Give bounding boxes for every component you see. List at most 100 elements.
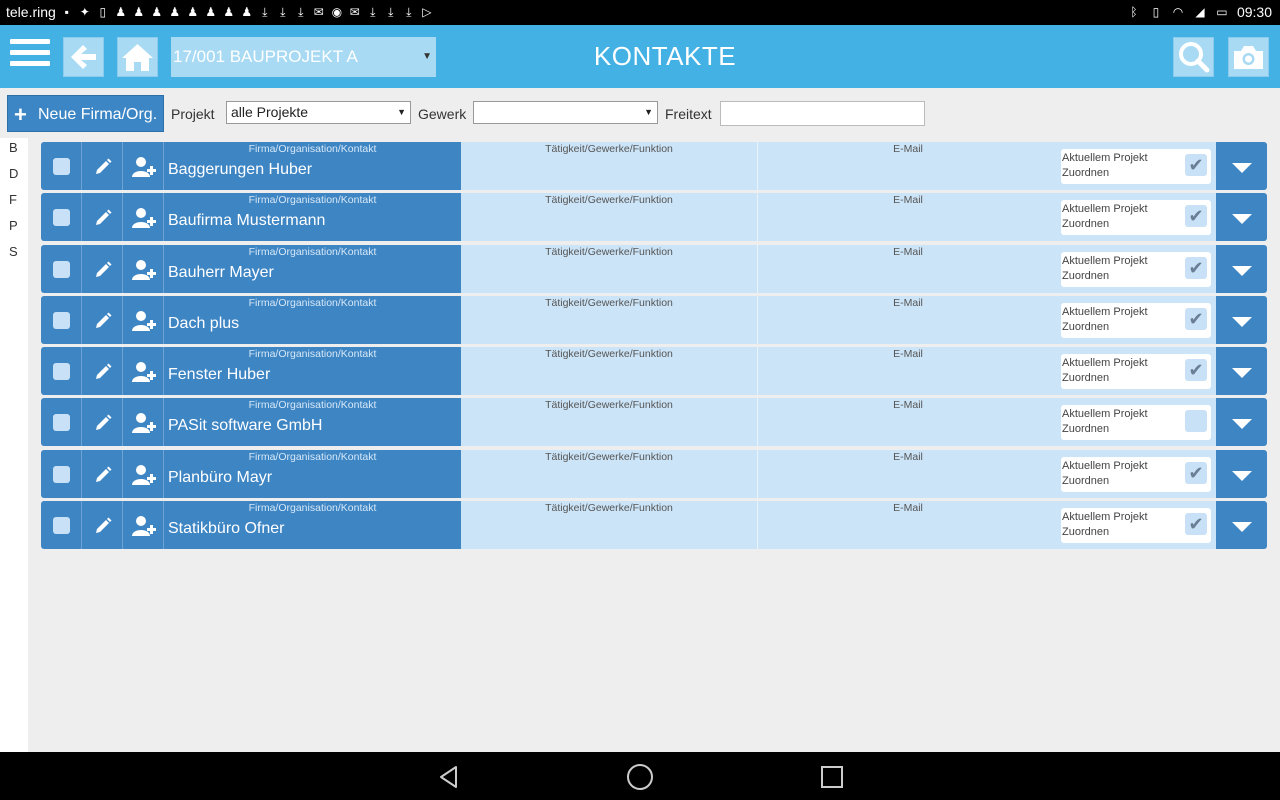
camera-button[interactable] — [1228, 37, 1269, 77]
pencil-icon[interactable] — [93, 413, 113, 433]
name-column-label: Firma/Organisation/Kontakt — [248, 194, 377, 207]
download-icon: ⤓ — [280, 5, 286, 19]
pencil-icon[interactable] — [93, 208, 113, 228]
chevron-down-icon[interactable] — [1231, 316, 1253, 328]
email-column-label: E-Mail — [893, 245, 923, 258]
search-button[interactable] — [1173, 37, 1214, 77]
add-user-icon[interactable] — [132, 207, 157, 229]
checkmark-icon[interactable]: ✔ — [1185, 256, 1207, 279]
chess-icon: ♟ — [169, 5, 181, 19]
assign-project-toggle[interactable]: Aktuellem Projekt Zuordnen ✔ — [1061, 354, 1211, 390]
taetigkeit-column-label: Tätigkeit/Gewerke/Funktion — [545, 348, 673, 361]
alphabet-letter[interactable]: B — [0, 138, 28, 164]
add-user-icon[interactable] — [132, 361, 157, 383]
edit-cell — [82, 449, 123, 498]
chevron-down-icon[interactable] — [1231, 162, 1253, 174]
download-icon: ⤓ — [262, 5, 268, 19]
add-user-icon[interactable] — [132, 156, 157, 178]
assign-project-label: Aktuellem Projekt Zuordnen — [1062, 152, 1148, 179]
assign-project-toggle[interactable]: Aktuellem Projekt Zuordnen — [1061, 405, 1211, 441]
pencil-icon[interactable] — [93, 311, 113, 331]
plus-icon: + — [14, 102, 27, 127]
checkmark-icon[interactable]: ✔ — [1185, 205, 1207, 228]
select-checkbox[interactable] — [53, 158, 70, 175]
chevron-down-icon[interactable] — [1231, 470, 1253, 482]
select-checkbox[interactable] — [53, 209, 70, 227]
checkmark-icon[interactable]: ✔ — [1185, 307, 1207, 330]
select-checkbox[interactable] — [53, 363, 70, 381]
contact-row[interactable]: Firma/Organisation/Kontakt Baggerungen H… — [41, 142, 1267, 190]
chevron-down-icon[interactable] — [1231, 213, 1253, 225]
mail-icon: ✉ — [349, 5, 360, 19]
video-icon: ▪ — [64, 5, 69, 19]
gewerk-filter-select[interactable]: ▼ — [473, 101, 658, 124]
add-user-icon[interactable] — [132, 310, 157, 332]
contact-row[interactable]: Firma/Organisation/Kontakt Statikbüro Of… — [41, 501, 1267, 550]
select-cell — [41, 449, 82, 498]
nav-home-icon[interactable] — [626, 763, 654, 791]
select-checkbox[interactable] — [53, 517, 70, 535]
contact-row[interactable]: Firma/Organisation/Kontakt PASit softwar… — [41, 398, 1267, 447]
chess-icon: ♟ — [241, 5, 253, 19]
assign-project-toggle[interactable]: Aktuellem Projekt Zuordnen ✔ — [1061, 456, 1211, 492]
alphabet-letter[interactable]: S — [0, 242, 28, 268]
name-column-label: Firma/Organisation/Kontakt — [248, 245, 377, 258]
pencil-icon[interactable] — [93, 157, 113, 177]
add-user-icon[interactable] — [132, 412, 157, 434]
assign-project-toggle[interactable]: Aktuellem Projekt Zuordnen ✔ — [1061, 508, 1211, 544]
add-contact-cell — [123, 244, 164, 293]
clock: 09:30 — [1236, 4, 1272, 20]
add-contact-cell — [123, 347, 164, 396]
assign-checkbox[interactable] — [1185, 410, 1207, 433]
pencil-icon[interactable] — [93, 260, 113, 280]
contact-row[interactable]: Firma/Organisation/Kontakt Dach plus Tät… — [41, 295, 1267, 344]
contact-row[interactable]: Firma/Organisation/Kontakt Bauherr Mayer… — [41, 244, 1267, 293]
contact-name: Dach plus — [168, 314, 240, 332]
checkmark-icon[interactable]: ✔ — [1185, 513, 1207, 536]
edit-cell — [82, 193, 123, 242]
select-checkbox[interactable] — [53, 465, 70, 483]
nav-back-icon[interactable] — [436, 764, 462, 790]
select-cell — [41, 142, 82, 190]
nav-recents-icon[interactable] — [820, 765, 844, 789]
pencil-icon[interactable] — [93, 362, 113, 382]
chevron-down-icon[interactable] — [1231, 418, 1253, 430]
new-organisation-label: Neue Firma/Org. — [38, 106, 158, 123]
select-checkbox[interactable] — [53, 311, 70, 329]
chess-icon: ♟ — [151, 5, 163, 19]
alphabet-index: B D F P S — [0, 138, 28, 752]
freitext-input[interactable] — [720, 101, 925, 126]
new-organisation-button[interactable]: + Neue Firma/Org. — [7, 95, 164, 132]
assign-project-toggle[interactable]: Aktuellem Projekt Zuordnen ✔ — [1061, 302, 1211, 338]
chevron-down-icon[interactable] — [1231, 367, 1253, 379]
assign-project-toggle[interactable]: Aktuellem Projekt Zuordnen ✔ — [1061, 251, 1211, 287]
vibrate-icon: ▯ — [1152, 5, 1160, 19]
chevron-down-icon[interactable] — [1231, 521, 1253, 533]
project-filter-select[interactable]: alle Projekte ▼ — [226, 101, 411, 124]
email-column-label: E-Mail — [893, 296, 923, 309]
chevron-down-icon[interactable] — [1231, 265, 1253, 277]
contact-row[interactable]: Firma/Organisation/Kontakt Fenster Huber… — [41, 347, 1267, 396]
assign-project-toggle[interactable]: Aktuellem Projekt Zuordnen ✔ — [1061, 149, 1211, 184]
contact-row[interactable]: Firma/Organisation/Kontakt Baufirma Must… — [41, 193, 1267, 242]
pencil-icon[interactable] — [93, 516, 113, 536]
taetigkeit-column-label: Tätigkeit/Gewerke/Funktion — [545, 143, 673, 155]
pencil-icon[interactable] — [93, 465, 113, 485]
contact-name: Planbüro Mayr — [168, 468, 273, 486]
checkmark-icon[interactable]: ✔ — [1185, 154, 1207, 176]
add-user-icon[interactable] — [132, 259, 157, 281]
alphabet-letter[interactable]: F — [0, 190, 28, 216]
expand-cell — [1216, 295, 1267, 344]
alphabet-letter[interactable]: D — [0, 164, 28, 190]
assign-project-toggle[interactable]: Aktuellem Projekt Zuordnen ✔ — [1061, 200, 1211, 236]
checkmark-icon[interactable]: ✔ — [1185, 461, 1207, 484]
checkmark-icon[interactable]: ✔ — [1185, 359, 1207, 382]
alphabet-letter[interactable]: P — [0, 216, 28, 242]
project-filter-value: alle Projekte — [231, 104, 309, 120]
select-checkbox[interactable] — [53, 260, 70, 278]
add-user-icon[interactable] — [132, 464, 157, 486]
select-checkbox[interactable] — [53, 414, 70, 432]
add-user-icon[interactable] — [132, 515, 157, 537]
edit-cell — [82, 244, 123, 293]
contact-row[interactable]: Firma/Organisation/Kontakt Planbüro Mayr… — [41, 449, 1267, 498]
